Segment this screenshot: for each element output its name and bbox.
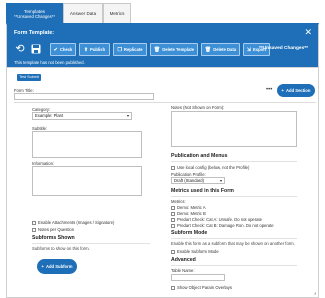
table-name-input[interactable]	[171, 274, 225, 281]
add-subform-button[interactable]: + Add Subform	[37, 259, 77, 274]
metric-label: Predart Check: Cat B: Damage Ron. Do not…	[177, 223, 274, 228]
metrics-heading: Metrics used in this Form	[171, 188, 234, 194]
delete-data-label: Delete Data	[213, 47, 237, 52]
metric-label: Predart Check: Cat A: Unsafe. Do not ope…	[177, 217, 262, 222]
export-icon: ⇲	[246, 46, 251, 53]
publication-divider	[171, 161, 297, 162]
checkbox-box	[32, 220, 36, 225]
advanced-heading: Advanced	[171, 257, 196, 263]
metric-checkbox[interactable]: Demo: Metric A	[171, 205, 206, 210]
section-divider	[14, 102, 316, 103]
replicate-button-label: Replicate	[123, 47, 143, 52]
test-submit-button[interactable]: Test Submit	[17, 74, 41, 81]
show-object-param-checkbox[interactable]: Show Object Param Overlays	[171, 285, 232, 290]
add-section-label: Add Section	[286, 88, 311, 93]
tab-metrics-label: Metrics	[109, 11, 125, 16]
panel-title: Form Template:	[14, 30, 55, 36]
form-title-input[interactable]	[14, 93, 154, 100]
chevron-down-icon: ▾	[126, 113, 129, 118]
publication-heading: Publication and Menus	[171, 153, 228, 159]
subforms-heading: Subforms Shown	[32, 235, 75, 241]
metrics-label: Metrics:	[171, 199, 186, 204]
tab-templates[interactable]: Templates **Unsaved Changes**	[6, 3, 63, 23]
delete-template-label: Delete Template	[162, 47, 195, 52]
header-divider	[7, 67, 318, 68]
check-icon: ✔	[53, 46, 58, 53]
publication-profile-select[interactable]: Draft (Standard) ▾	[171, 177, 225, 184]
copy-icon: ❐	[117, 46, 122, 53]
metric-label: Demo: Metric B	[177, 211, 206, 216]
show-object-param-label: Show Object Param Overlays	[177, 285, 232, 290]
chevron-down-icon: ▾	[219, 178, 222, 183]
checkbox-box	[171, 165, 175, 170]
enable-attachments-checkbox[interactable]: Enable Attachments (Images / Signature)	[32, 220, 114, 225]
tab-metrics[interactable]: Metrics	[103, 3, 131, 23]
publish-icon: ⬆	[83, 46, 89, 53]
tab-answer-data[interactable]: Answer Data	[63, 3, 103, 23]
undo-icon[interactable]: ⟲	[14, 43, 26, 55]
table-name-label: Table Name:	[171, 268, 195, 273]
use-local-config-checkbox[interactable]: Use local config (below, not the Profile…	[171, 165, 249, 170]
subtitle-textarea[interactable]	[32, 131, 142, 158]
enable-subform-mode-label: Enable Subform Mode	[177, 249, 219, 254]
plus-icon: +	[41, 264, 44, 269]
check-button-label: Check	[59, 47, 73, 52]
subform-mode-note: Enable this form as a subform that may b…	[171, 241, 295, 246]
subforms-note: Subforms to show on this form.	[32, 246, 90, 251]
notes-per-question-label: Notes per Question	[38, 227, 75, 232]
subforms-divider	[32, 243, 150, 244]
publication-profile-value: Draft (Standard)	[174, 178, 205, 183]
subform-mode-divider	[171, 238, 297, 239]
delete-data-button[interactable]: 🗑 Delete Data	[201, 43, 240, 56]
metric-label: Demo: Metric A	[177, 205, 206, 210]
subform-mode-heading: Subform Mode	[171, 230, 208, 236]
check-button[interactable]: ✔ Check	[50, 43, 76, 56]
checkbox-box	[171, 205, 175, 210]
information-textarea[interactable]	[32, 166, 142, 196]
tab-answer-data-label: Answer Data	[69, 11, 97, 16]
trash-icon: 🗑	[153, 46, 161, 53]
add-subform-label: Add Subform	[45, 264, 73, 269]
checkbox-box	[171, 223, 175, 228]
use-local-config-label: Use local config (below, not the Profile…	[177, 165, 250, 170]
notes-textarea[interactable]	[171, 111, 297, 147]
save-icon[interactable]	[30, 43, 42, 55]
checkbox-box	[32, 227, 36, 232]
metrics-divider	[171, 196, 297, 197]
publish-button[interactable]: ⬆ Publish	[79, 43, 110, 56]
plus-icon: +	[281, 88, 284, 93]
publish-button-label: Publish	[90, 47, 106, 52]
delete-template-button[interactable]: 🗑 Delete Template	[150, 43, 198, 56]
metric-checkbox[interactable]: Demo: Metric B	[171, 211, 206, 216]
enable-attachments-label: Enable Attachments (Images / Signature)	[38, 220, 115, 225]
checkbox-box	[171, 285, 175, 290]
checkbox-box	[171, 211, 175, 216]
add-section-button[interactable]: + Add Section	[277, 84, 315, 97]
notes-per-question-checkbox[interactable]: Notes per Question	[32, 227, 74, 232]
enable-subform-mode-checkbox[interactable]: Enable Subform Mode	[171, 249, 219, 254]
advanced-divider	[171, 265, 297, 266]
category-select[interactable]: Example: Plant ▾	[32, 112, 132, 120]
metric-checkbox[interactable]: Predart Check: Cat B: Damage Ron. Do not…	[171, 223, 274, 228]
form-template-panel: Form Template: ✕ ⟲ ✔ Check ⬆ Publish ❐ R…	[6, 23, 319, 298]
not-published-status: This template has not been published.	[14, 60, 85, 65]
notes-label: Notes (Not Shown on Form):	[171, 105, 225, 110]
checkbox-box	[171, 217, 175, 222]
close-icon[interactable]: ✕	[304, 28, 312, 37]
trash-icon: 🗑	[204, 46, 212, 53]
replicate-button[interactable]: ❐ Replicate	[113, 43, 147, 56]
tab-templates-unsaved: **Unsaved Changes**	[14, 13, 55, 19]
category-value: Example: Plant	[35, 113, 64, 118]
panel-header: Form Template: ✕ ⟲ ✔ Check ⬆ Publish ❐ R…	[7, 25, 318, 67]
top-tabs: Templates **Unsaved Changes** Answer Dat…	[6, 3, 131, 23]
more-options-icon[interactable]: •••	[266, 87, 272, 93]
unsaved-changes-indicator: **Unsaved Changes**	[258, 46, 308, 51]
metric-checkbox[interactable]: Predart Check: Cat A: Unsafe. Do not ope…	[171, 217, 262, 222]
checkbox-box	[171, 249, 175, 254]
resize-grip-icon[interactable]: ◢	[314, 291, 316, 295]
